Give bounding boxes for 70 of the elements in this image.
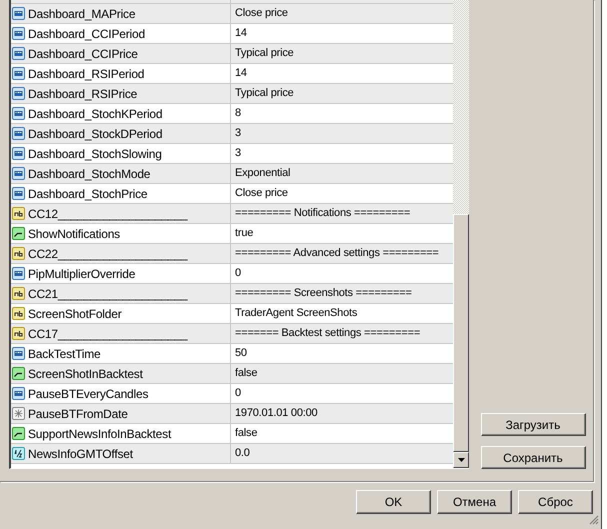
parameter-value[interactable]: true [231,224,453,243]
toggle-icon [12,427,25,440]
dialog-button[interactable]: OK [356,490,431,514]
text-icon [12,307,25,320]
parameter-name: CC17____________________ [28,326,188,342]
down-arrow-icon [458,458,464,462]
parameter-value[interactable]: 3 [231,124,453,143]
parameter-name: CC21____________________ [28,286,188,302]
parameter-name: CC22____________________ [28,246,188,262]
scroll-thumb[interactable] [453,214,469,452]
parameter-name: PauseBTEveryCandles [28,386,148,402]
parameter-name: ScreenShotInBacktest [28,366,143,382]
parameter-value[interactable]: 0 [231,264,453,283]
parameter-value[interactable]: 8 [231,104,453,123]
parameter-value[interactable]: TraderAgent ScreenShots [231,304,453,323]
dialog-button[interactable]: Отмена [437,490,512,514]
fraction-icon [12,447,25,460]
parameter-name: Dashboard_MAPrice [28,6,136,22]
parameter-value[interactable]: ========= Advanced settings ========= [231,244,453,263]
parameter-name: BackTestTime [28,346,101,362]
parameter-value[interactable]: false [231,424,453,443]
parameter-name: Dashboard_CCIPrice [28,46,138,62]
parameter-name: Dashboard_RSIPeriod [28,66,144,82]
parameter-value[interactable]: 0 [231,384,453,403]
parameter-value[interactable]: 1970.01.01 00:00 [231,404,453,423]
parameter-value[interactable]: 14 [231,64,453,83]
scrollbar[interactable] [453,0,469,468]
toggle-icon [12,367,25,380]
parameter-value[interactable]: 3 [231,144,453,163]
parameter-name: PipMultiplierOverride [28,266,136,282]
number-icon [12,7,25,20]
parameter-name: Dashboard_StockDPeriod [28,126,162,142]
parameter-name: PauseBTFromDate [28,406,128,422]
parameter-name: SupportNewsInfoInBacktest [28,426,172,442]
parameter-name: ShowNotifications [28,226,120,242]
parameter-name: NewsInfoGMTOffset [28,446,133,462]
parameter-name: Dashboard_RSIPrice [28,86,138,102]
parameter-value[interactable]: Close price [231,184,453,203]
parameter-value[interactable]: ======= Backtest settings ========= [231,324,453,343]
side-button[interactable]: Загрузить [480,413,586,436]
parameter-value[interactable]: false [231,364,453,383]
parameter-value[interactable]: 0.0 [231,444,453,463]
text-icon [12,287,25,300]
number-icon [12,87,25,100]
parameter-value[interactable]: Close price [231,4,453,23]
parameter-name: CC12____________________ [28,206,188,222]
resize-grip-icon [589,515,599,525]
parameter-value[interactable]: 14 [231,24,453,43]
number-icon [12,127,25,140]
parameter-name: Dashboard_StochPrice [28,186,148,202]
parameter-value[interactable]: ========= Notifications ========= [231,204,453,223]
parameter-value[interactable]: Typical price [231,44,453,63]
parameter-value[interactable]: ========= Screenshots ========= [231,284,453,303]
toggle-icon [12,227,25,240]
parameter-name: Dashboard_StochSlowing [28,146,162,162]
number-icon [12,167,25,180]
side-button[interactable]: Сохранить [480,446,586,469]
parameter-value[interactable]: 50 [231,344,453,363]
parameter-value[interactable]: Exponential [231,164,453,183]
text-icon [12,327,25,340]
scroll-down-button[interactable] [453,452,469,468]
parameter-name: Dashboard_StochKPeriod [28,106,162,122]
parameter-value[interactable]: Typical price [231,84,453,103]
dialog-button[interactable]: Сброс [518,490,593,514]
parameter-name: ScreenShotFolder [28,306,122,322]
parameter-name: Dashboard_CCIPeriod [28,26,145,42]
parameter-name: Dashboard_StochMode [28,166,150,182]
text-icon [12,247,25,260]
text-icon [12,207,25,220]
number-icon [12,47,25,60]
